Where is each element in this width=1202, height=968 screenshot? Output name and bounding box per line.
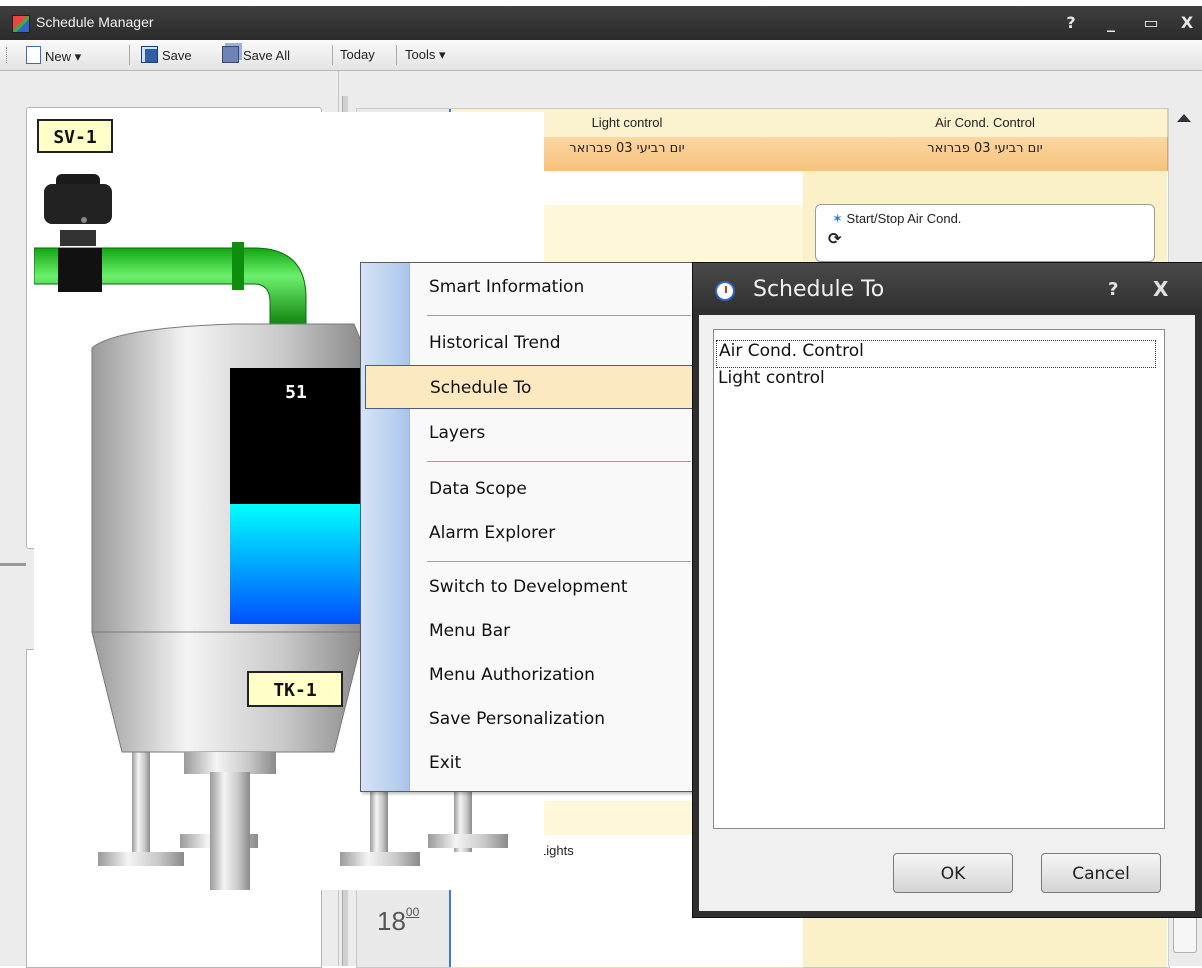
menu-item-save-personalization[interactable]: Save Personalization — [409, 697, 696, 741]
toolbar-separator — [396, 45, 397, 65]
appointment-lights[interactable]: Lights — [539, 843, 574, 858]
valve-body — [58, 248, 102, 292]
recurrence-icon: ⟳ — [828, 229, 842, 248]
save-button[interactable]: Save — [141, 46, 192, 64]
context-menu: Smart Information Historical Trend Sched… — [360, 262, 697, 792]
menu-item-historical-trend[interactable]: Historical Trend — [409, 321, 696, 365]
panel-splitter[interactable] — [0, 563, 26, 566]
liquid-level — [230, 504, 364, 624]
save-icon — [141, 46, 158, 63]
valve-actuator-body — [44, 184, 112, 224]
menu-item-smart-information[interactable]: Smart Information — [409, 265, 696, 309]
resource-header-air-cond-control[interactable]: Air Cond. Control — [803, 109, 1168, 137]
list-item-air-cond-control[interactable]: Air Cond. Control — [716, 340, 1156, 368]
tools-label: Tools — [405, 47, 436, 62]
menu-item-switch-to-development[interactable]: Switch to Development — [409, 565, 696, 609]
tank-leg-foot — [340, 852, 420, 866]
tools-menu-button[interactable]: Tools ▾ — [405, 46, 446, 64]
menu-item-menu-bar[interactable]: Menu Bar — [409, 609, 696, 653]
tank-leg-foot — [98, 852, 184, 866]
context-menu-icon-rail — [361, 263, 410, 791]
menu-item-layers[interactable]: Layers — [409, 411, 696, 455]
window-titlebar: Schedule Manager ? _ ▭ X — [0, 6, 1202, 40]
chevron-down-icon: ▾ — [438, 47, 446, 62]
valve-tag-label: SV-1 — [53, 127, 96, 148]
date-header-air-cond-control[interactable]: יום רביעי 03 פברואר — [803, 137, 1168, 171]
resource-listbox[interactable]: Air Cond. Control Light control — [713, 329, 1165, 829]
alarm-icon: ✶ — [832, 211, 843, 226]
schedule-to-dialog: Schedule To ? X Air Cond. Control Light … — [692, 262, 1202, 918]
menu-item-data-scope[interactable]: Data Scope — [409, 467, 696, 511]
valve-stem — [60, 230, 96, 246]
toolbar: New ▾ Save Save All Today Tools ▾ — [0, 40, 1202, 71]
new-button-label: New — [45, 49, 72, 64]
pipe-flange — [232, 242, 244, 290]
window-title: Schedule Manager — [36, 14, 154, 30]
cancel-button[interactable]: Cancel — [1041, 853, 1161, 893]
menu-separator — [427, 315, 691, 316]
dialog-titlebar[interactable]: Schedule To ? X — [693, 263, 1202, 315]
save-all-icon — [222, 46, 239, 63]
minimize-button[interactable]: _ — [1100, 12, 1122, 34]
tank-outlet-flange — [184, 752, 276, 774]
menu-separator — [427, 561, 691, 562]
alarm-clock-icon — [715, 281, 735, 301]
new-document-icon — [26, 46, 41, 64]
tank-leg-foot — [428, 834, 508, 848]
appointment-title: Start/Stop Air Cond. — [846, 211, 962, 226]
menu-item-exit[interactable]: Exit — [409, 741, 696, 785]
valve-indicator — [81, 217, 87, 223]
new-button[interactable]: New ▾ — [26, 46, 81, 64]
menu-item-schedule-to[interactable]: Schedule To — [365, 365, 694, 409]
menu-item-alarm-explorer[interactable]: Alarm Explorer — [409, 511, 696, 555]
save-all-button[interactable]: Save All — [222, 46, 290, 64]
menu-item-menu-authorization[interactable]: Menu Authorization — [409, 653, 696, 697]
ok-button[interactable]: OK — [893, 853, 1013, 893]
toolbar-separator — [332, 45, 333, 65]
scroll-up-arrow-icon[interactable] — [1177, 114, 1191, 122]
save-button-label: Save — [162, 48, 192, 63]
maximize-button[interactable]: ▭ — [1140, 12, 1162, 34]
time-label: 1800 — [377, 905, 420, 936]
toolbar-separator — [129, 45, 130, 65]
dialog-title: Schedule To — [753, 277, 885, 302]
dialog-body: Air Cond. Control Light control OK Cance… — [699, 315, 1195, 911]
tank-tag-label: TK-1 — [273, 680, 316, 701]
toolbar-grip[interactable] — [6, 47, 10, 63]
dialog-help-button[interactable]: ? — [1108, 279, 1118, 300]
tank-outlet-pipe — [210, 772, 250, 890]
save-all-button-label: Save All — [243, 48, 290, 63]
level-value: 51 — [285, 382, 307, 403]
close-button[interactable]: X — [1176, 12, 1198, 34]
help-button[interactable]: ? — [1060, 12, 1082, 34]
menu-separator — [427, 461, 691, 462]
today-button[interactable]: Today — [340, 46, 375, 64]
appointment-air-cond[interactable]: ✶ Start/Stop Air Cond. ⟳ — [815, 204, 1155, 262]
dialog-close-button[interactable]: X — [1153, 277, 1168, 301]
app-icon — [12, 15, 30, 33]
list-item-light-control[interactable]: Light control — [718, 368, 825, 396]
chevron-down-icon: ▾ — [74, 49, 82, 64]
